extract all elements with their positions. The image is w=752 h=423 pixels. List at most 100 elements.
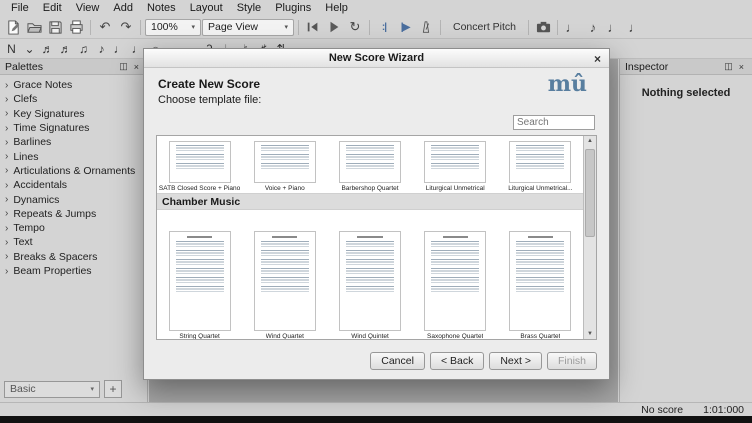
back-button[interactable]: < Back bbox=[430, 352, 484, 370]
new-score-button[interactable] bbox=[3, 17, 23, 37]
repeat-barline-icon: :| bbox=[382, 22, 386, 33]
template-cell[interactable]: Liturgical Unmetrical... bbox=[498, 136, 583, 193]
palette-item[interactable]: › Clefs bbox=[0, 92, 147, 106]
palette-item[interactable]: › Barlines bbox=[0, 135, 147, 149]
print-button[interactable] bbox=[66, 17, 86, 37]
undo-button[interactable]: ↶ bbox=[95, 17, 115, 37]
toolbar-separator bbox=[440, 20, 441, 35]
save-button[interactable] bbox=[45, 17, 65, 37]
chevron-right-icon: › bbox=[5, 123, 8, 134]
next-button[interactable]: Next > bbox=[489, 352, 542, 370]
palette-item[interactable]: › Dynamics bbox=[0, 192, 147, 206]
palette-item-label: Tempo bbox=[13, 222, 45, 234]
score-status-text: No score bbox=[641, 404, 683, 416]
template-cell[interactable]: Wind Quartet bbox=[242, 210, 327, 340]
menu-item[interactable]: Add bbox=[106, 1, 140, 15]
toolbar-separator bbox=[369, 20, 370, 35]
palette-item-label: Key Signatures bbox=[13, 108, 84, 120]
cancel-button[interactable]: Cancel bbox=[370, 352, 425, 370]
template-cell[interactable]: Brass Quartet bbox=[498, 210, 583, 340]
palette-item[interactable]: › Text bbox=[0, 235, 147, 249]
template-search-input[interactable] bbox=[513, 115, 595, 130]
zoom-value: 100% bbox=[151, 21, 178, 33]
chevron-right-icon: › bbox=[5, 251, 8, 262]
pan-playback-toggle[interactable]: |▶ bbox=[395, 17, 415, 37]
template-thumbnail bbox=[509, 231, 571, 331]
close-panel-icon[interactable]: × bbox=[736, 62, 747, 72]
metronome-toggle[interactable] bbox=[416, 17, 436, 37]
dialog-title: New Score Wizard bbox=[329, 52, 424, 64]
chevron-right-icon: › bbox=[5, 223, 8, 234]
template-cell[interactable]: Liturgical Unmetrical bbox=[413, 136, 498, 193]
add-palette-button[interactable]: + bbox=[104, 380, 122, 398]
wrapped-note-icons: ♩ ♪ ♩ ♩ bbox=[562, 17, 645, 37]
palette-item[interactable]: › Lines bbox=[0, 149, 147, 163]
palette-item[interactable]: › Beam Properties bbox=[0, 264, 147, 278]
note-quarter-button[interactable]: ♩ bbox=[111, 40, 128, 57]
note-16th-button[interactable]: ♫ bbox=[75, 40, 92, 57]
note-input-mode-button[interactable]: N bbox=[3, 40, 20, 57]
palette-item[interactable]: › Key Signatures bbox=[0, 107, 147, 121]
note-icon[interactable]: ♩ bbox=[625, 17, 645, 37]
close-panel-icon[interactable]: × bbox=[131, 62, 142, 72]
palette-item[interactable]: › Tempo bbox=[0, 221, 147, 235]
palette-preset-select[interactable]: Basic ▾ bbox=[4, 381, 100, 398]
inspector-title: Inspector bbox=[625, 61, 668, 73]
menu-item[interactable]: Style bbox=[230, 1, 268, 15]
template-cell[interactable]: Voice + Piano bbox=[242, 136, 327, 193]
scroll-down-icon[interactable]: ▼ bbox=[587, 331, 593, 337]
rewind-icon bbox=[306, 20, 320, 34]
float-panel-icon[interactable]: ◫ bbox=[721, 61, 736, 72]
dialog-close-button[interactable]: × bbox=[590, 51, 605, 66]
toolbar-separator bbox=[298, 20, 299, 35]
open-folder-icon bbox=[27, 20, 42, 35]
template-thumbnail bbox=[509, 141, 571, 183]
menu-item[interactable]: Layout bbox=[183, 1, 230, 15]
template-cell[interactable]: Wind Quintet bbox=[327, 210, 412, 340]
note-icon[interactable]: ♩ bbox=[604, 17, 624, 37]
palette-item[interactable]: › Articulations & Ornaments bbox=[0, 164, 147, 178]
menu-item[interactable]: File bbox=[4, 1, 36, 15]
chevron-right-icon: › bbox=[5, 80, 8, 91]
note-toolbar-icon: ⌄ bbox=[24, 43, 34, 55]
template-cell[interactable]: Saxophone Quartet bbox=[413, 210, 498, 340]
float-panel-icon[interactable]: ◫ bbox=[116, 61, 131, 72]
note-input-caret-icon[interactable]: ⌄ bbox=[21, 40, 38, 57]
note-icon[interactable]: ♩ bbox=[562, 17, 582, 37]
note-8th-button[interactable]: ♪ bbox=[93, 40, 110, 57]
menu-item[interactable]: Notes bbox=[140, 1, 183, 15]
menu-item[interactable]: Plugins bbox=[268, 1, 318, 15]
note-icon[interactable]: ♪ bbox=[583, 17, 603, 37]
palette-item[interactable]: › Breaks & Spacers bbox=[0, 250, 147, 264]
chevron-right-icon: › bbox=[5, 165, 8, 176]
palette-item[interactable]: › Grace Notes bbox=[0, 78, 147, 92]
template-cell[interactable]: SATB Closed Score + Piano bbox=[157, 136, 242, 193]
palette-item[interactable]: › Time Signatures bbox=[0, 121, 147, 135]
menu-item[interactable]: Edit bbox=[36, 1, 69, 15]
rewind-button[interactable] bbox=[303, 17, 323, 37]
scrollbar-thumb[interactable] bbox=[585, 149, 595, 237]
loop-playback-button[interactable]: ↻ bbox=[345, 17, 365, 37]
scroll-up-icon[interactable]: ▲ bbox=[587, 138, 593, 144]
redo-button[interactable]: ↷ bbox=[116, 17, 136, 37]
play-button[interactable] bbox=[324, 17, 344, 37]
template-cell[interactable]: Barbershop Quartet bbox=[327, 136, 412, 193]
template-cell[interactable]: String Quartet bbox=[157, 210, 242, 340]
note-icon: ♩ bbox=[608, 20, 621, 35]
concert-pitch-button[interactable]: Concert Pitch bbox=[445, 18, 524, 36]
play-repeats-toggle[interactable]: :| bbox=[374, 17, 394, 37]
finish-button[interactable]: Finish bbox=[547, 352, 597, 370]
open-button[interactable] bbox=[24, 17, 44, 37]
note-32nd-button[interactable]: ♬ bbox=[57, 40, 74, 57]
note-64th-button[interactable]: ♬ bbox=[39, 40, 56, 57]
image-capture-button[interactable] bbox=[533, 17, 553, 37]
view-mode-dropdown[interactable]: Page View ▾ bbox=[202, 19, 294, 36]
palette-item[interactable]: › Accidentals bbox=[0, 178, 147, 192]
menu-item[interactable]: View bbox=[69, 1, 107, 15]
palette-item[interactable]: › Repeats & Jumps bbox=[0, 207, 147, 221]
template-caption: Wind Quartet bbox=[266, 333, 304, 340]
menu-item[interactable]: Help bbox=[318, 1, 355, 15]
zoom-dropdown[interactable]: 100% ▾ bbox=[145, 19, 201, 36]
dialog-titlebar[interactable]: New Score Wizard × bbox=[144, 49, 609, 68]
chevron-down-icon: ▾ bbox=[284, 23, 288, 31]
